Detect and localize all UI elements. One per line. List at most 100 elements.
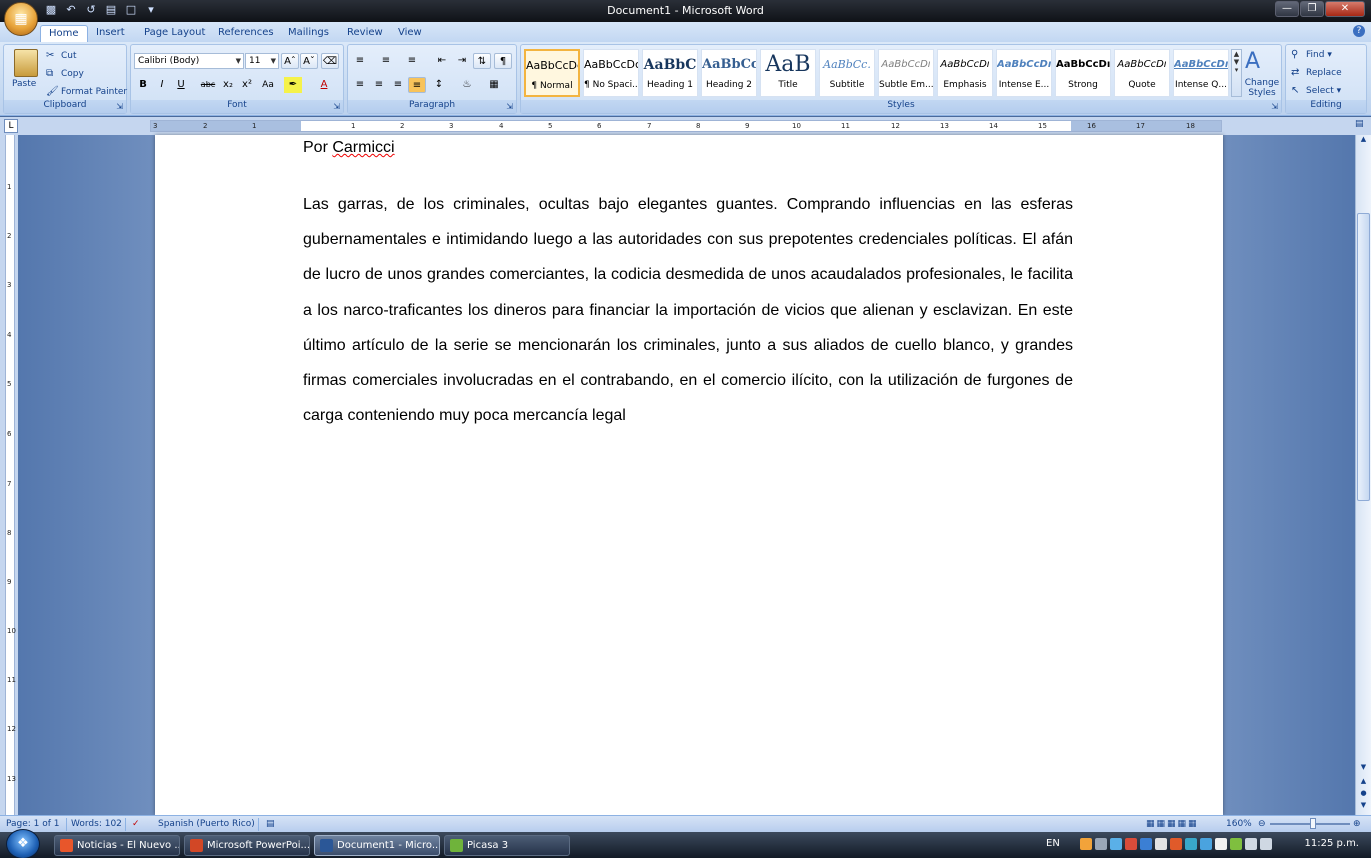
tray-app-icon[interactable]	[1230, 838, 1242, 850]
vertical-scrollbar[interactable]: ▲ ▼ ▲ ● ▼	[1355, 135, 1371, 815]
document-page[interactable]: Por Carmicci Las garras, de los criminal…	[155, 135, 1223, 815]
taskbar-item-word[interactable]: Document1 - Micro...	[314, 835, 440, 856]
tab-view[interactable]: View	[390, 25, 430, 42]
styles-launcher-icon[interactable]: ⇲	[1271, 102, 1278, 111]
style-no-spacing[interactable]: AaBbCcDc ¶ No Spaci...	[583, 49, 639, 97]
tab-insert[interactable]: Insert	[88, 25, 133, 42]
tab-home[interactable]: Home	[40, 25, 88, 42]
style-intense-quote[interactable]: AaBbCcDı Intense Q...	[1173, 49, 1229, 97]
volume-icon[interactable]	[1260, 838, 1272, 850]
horizontal-ruler[interactable]: 3 2 1 1 2 3 4 5 6 7 8 9 10 11 12 13 14 1…	[150, 120, 1222, 132]
change-case-button[interactable]: Aa	[259, 77, 277, 93]
clock[interactable]: 11:25 p.m.	[1305, 838, 1359, 849]
select-button[interactable]: ↖ Select ▾	[1291, 85, 1341, 96]
shrink-font-button[interactable]: Aˇ	[300, 53, 318, 69]
vertical-ruler[interactable]: 1 2 3 4 5 6 7 8 9 10 11 12 13	[5, 135, 16, 815]
increase-indent-icon[interactable]: ⇥	[453, 53, 471, 69]
tray-app-icon[interactable]	[1080, 838, 1092, 850]
borders-icon[interactable]: ▦	[485, 77, 503, 93]
find-button[interactable]: ⚲ Find ▾	[1291, 49, 1332, 60]
font-color-icon[interactable]: A	[315, 77, 333, 93]
document-body-paragraph[interactable]: Las garras, de los criminales, ocultas b…	[303, 187, 1073, 433]
style-quote[interactable]: AaBbCcDı Quote	[1114, 49, 1170, 97]
scroll-down-icon[interactable]: ▼	[1356, 763, 1371, 775]
align-center-icon[interactable]: ≡	[370, 77, 388, 93]
tab-mailings[interactable]: Mailings	[280, 25, 337, 42]
taskbar-item-noticias[interactable]: Noticias - El Nuevo ...	[54, 835, 180, 856]
paste-button[interactable]: Paste	[12, 79, 36, 89]
style-heading-1[interactable]: AaBbC Heading 1	[642, 49, 698, 97]
style-title[interactable]: AaB Title	[760, 49, 816, 97]
tray-app-icon[interactable]	[1155, 838, 1167, 850]
tab-page-layout[interactable]: Page Layout	[136, 25, 213, 42]
highlight-icon[interactable]: ✒	[284, 77, 302, 93]
next-page-icon[interactable]: ▼	[1356, 801, 1371, 813]
tray-app-icon[interactable]	[1110, 838, 1122, 850]
start-button[interactable]: ❖	[6, 829, 40, 858]
input-language[interactable]: EN	[1046, 838, 1060, 849]
taskbar-item-picasa[interactable]: Picasa 3	[444, 835, 570, 856]
minimize-button[interactable]: —	[1275, 1, 1299, 17]
font-size-combo[interactable]: 11 ▼	[245, 53, 279, 69]
font-launcher-icon[interactable]: ⇲	[333, 102, 340, 111]
zoom-level[interactable]: 160%	[1226, 819, 1252, 829]
style-normal[interactable]: AaBbCcDc ¶ Normal	[524, 49, 580, 97]
change-styles-button[interactable]: Change Styles	[1243, 78, 1281, 98]
replace-button[interactable]: ⇄ Replace	[1291, 67, 1342, 78]
tray-app-icon[interactable]	[1185, 838, 1197, 850]
zoom-slider-thumb[interactable]	[1310, 818, 1316, 829]
clear-formatting-icon[interactable]: ⌫	[321, 53, 339, 69]
zoom-in-icon[interactable]: ⊕	[1353, 819, 1361, 829]
italic-button[interactable]: I	[153, 77, 171, 93]
tray-app-icon[interactable]	[1170, 838, 1182, 850]
cut-button[interactable]: ✂ Cut	[46, 50, 77, 61]
justify-icon[interactable]: ≡	[408, 77, 426, 93]
grow-font-button[interactable]: Aˆ	[281, 53, 299, 69]
help-icon[interactable]: ?	[1353, 25, 1365, 37]
maximize-button[interactable]: ❐	[1300, 1, 1324, 17]
shading-icon[interactable]: ♨	[458, 77, 476, 93]
taskbar-item-powerpoint[interactable]: Microsoft PowerPoi...	[184, 835, 310, 856]
change-styles-icon[interactable]: A	[1245, 49, 1260, 74]
pilcrow-icon[interactable]: ¶	[494, 53, 512, 69]
tray-app-icon[interactable]	[1125, 838, 1137, 850]
decrease-indent-icon[interactable]: ⇤	[433, 53, 451, 69]
multilevel-list-icon[interactable]: ≡	[403, 53, 421, 69]
format-painter-button[interactable]: 🖌 Format Painter	[46, 86, 127, 97]
style-emphasis[interactable]: AaBbCcDı Emphasis	[937, 49, 993, 97]
clipboard-launcher-icon[interactable]: ⇲	[116, 102, 123, 111]
bullets-icon[interactable]: ≡	[351, 53, 369, 69]
sort-icon[interactable]: ⇅	[473, 53, 491, 69]
underline-button[interactable]: U	[172, 77, 190, 93]
view-ruler-icon[interactable]: ▤	[1355, 119, 1367, 132]
previous-page-icon[interactable]: ▲	[1356, 777, 1371, 789]
language-indicator[interactable]: Spanish (Puerto Rico)	[158, 819, 255, 829]
style-strong[interactable]: AaBbCcDı Strong	[1055, 49, 1111, 97]
align-left-icon[interactable]: ≡	[351, 77, 369, 93]
browse-object-icon[interactable]: ●	[1356, 789, 1371, 801]
document-author-line[interactable]: Por Carmicci	[303, 139, 395, 157]
subscript-button[interactable]: x₂	[219, 77, 237, 93]
paste-icon[interactable]	[14, 49, 38, 77]
tray-app-icon[interactable]	[1095, 838, 1107, 850]
page-count[interactable]: Page: 1 of 1	[6, 819, 60, 829]
tray-app-icon[interactable]	[1200, 838, 1212, 850]
macro-recording-icon[interactable]: ▤	[266, 819, 275, 829]
style-heading-2[interactable]: AaBbCc Heading 2	[701, 49, 757, 97]
close-button[interactable]: ✕	[1325, 1, 1365, 17]
bold-button[interactable]: B	[134, 77, 152, 93]
superscript-button[interactable]: x²	[238, 77, 256, 93]
style-subtle-emphasis[interactable]: AaBbCcDı Subtle Em...	[878, 49, 934, 97]
view-buttons[interactable]: ▦▦▦▦▦	[1146, 819, 1199, 829]
scrollbar-thumb[interactable]	[1357, 213, 1370, 501]
tray-app-icon[interactable]	[1215, 838, 1227, 850]
tab-review[interactable]: Review	[339, 25, 391, 42]
style-intense-emphasis[interactable]: AaBbCcDı Intense E...	[996, 49, 1052, 97]
style-subtitle[interactable]: AaBbCc. Subtitle	[819, 49, 875, 97]
strikethrough-button[interactable]: abc	[199, 77, 217, 93]
line-spacing-icon[interactable]: ↕	[430, 77, 448, 93]
numbering-icon[interactable]: ≡	[377, 53, 395, 69]
tab-selector[interactable]: L	[4, 119, 18, 133]
font-name-combo[interactable]: Calibri (Body) ▼	[134, 53, 244, 69]
tray-app-icon[interactable]	[1140, 838, 1152, 850]
